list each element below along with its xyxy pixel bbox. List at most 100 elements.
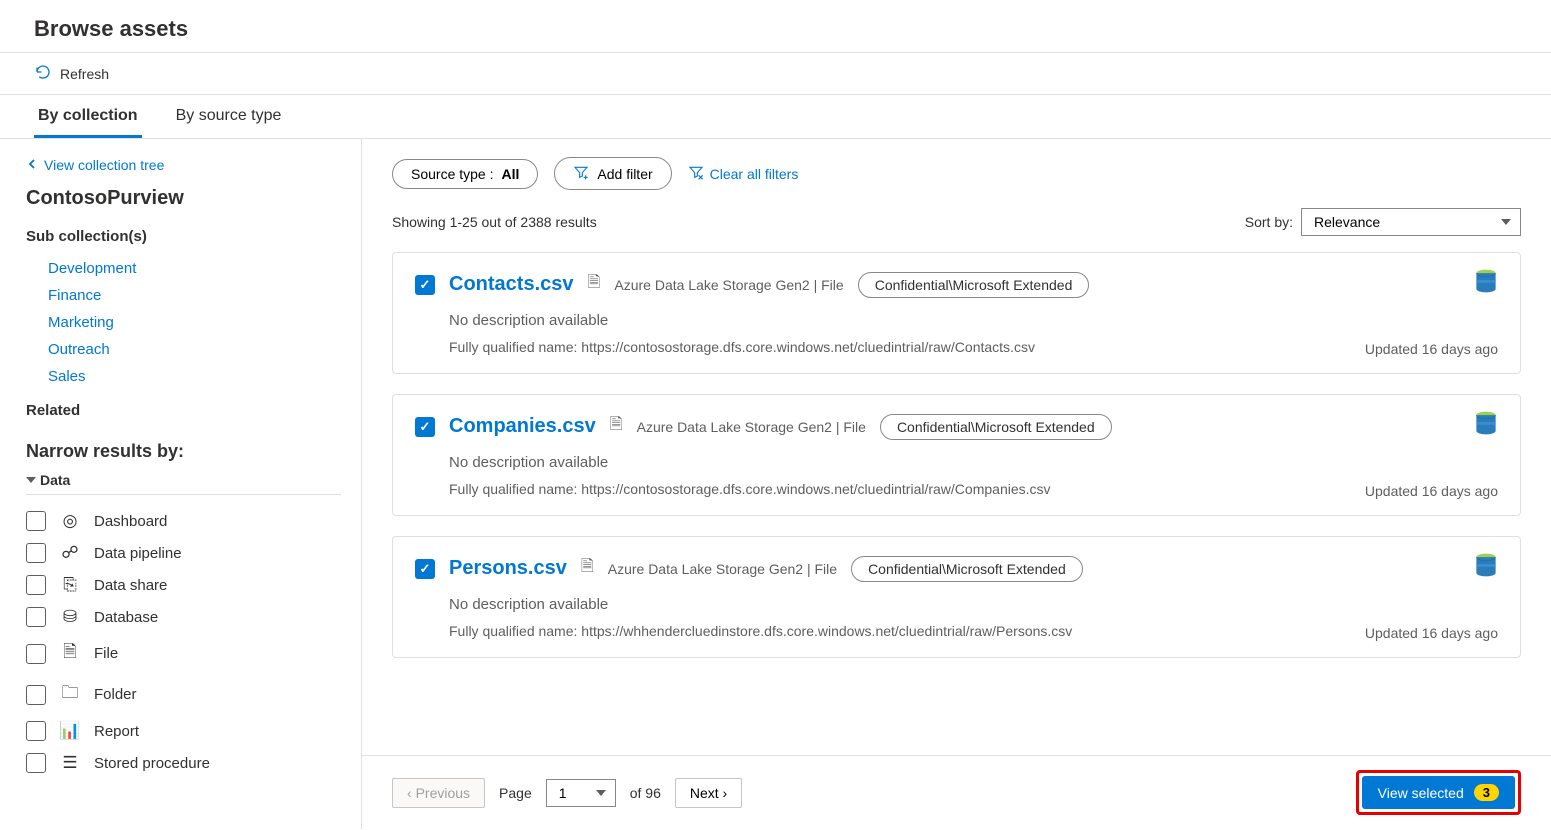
classification-tag: Confidential\Microsoft Extended [858,272,1090,298]
filter-label: Folder [94,686,137,703]
asset-updated: Updated 16 days ago [1365,625,1498,641]
prev-label: Previous [416,785,470,801]
refresh-button[interactable]: Refresh [34,63,109,84]
sub-collection-list: Development Finance Marketing Outreach S… [26,255,361,390]
asset-fqn: Fully qualified name: https://contososto… [449,481,1498,497]
sub-collections-label: Sub collection(s) [26,228,361,245]
clear-filters-label: Clear all filters [710,166,799,182]
add-filter-label: Add filter [597,166,652,182]
asset-description: No description available [449,454,1498,471]
view-collection-tree-link[interactable]: View collection tree [26,157,361,173]
checkbox-report[interactable] [26,721,46,741]
result-card: Contacts.csv 🗎 Azure Data Lake Storage G… [392,252,1521,374]
refresh-label: Refresh [60,66,109,82]
pipeline-icon: ☍ [60,543,80,563]
storage-icon [1472,409,1500,440]
sidebar: View collection tree ContosoPurview Sub … [0,139,362,829]
data-facet-label: Data [40,472,70,488]
filter-label: Dashboard [94,513,167,530]
view-selected-button[interactable]: View selected 3 [1362,776,1515,809]
sort-select[interactable]: Relevance [1301,208,1521,236]
subcollection-development[interactable]: Development [48,255,361,282]
database-icon: ⛁ [60,607,80,627]
asset-fqn: Fully qualified name: https://contososto… [449,339,1498,355]
funnel-add-icon [573,164,589,183]
asset-source: Azure Data Lake Storage Gen2 | File [614,277,843,293]
checkbox-folder[interactable] [26,685,46,705]
asset-updated: Updated 16 days ago [1365,483,1498,499]
result-card: Companies.csv 🗎 Azure Data Lake Storage … [392,394,1521,516]
sort-label: Sort by: [1245,214,1293,230]
file-icon: 🗎 [610,413,623,440]
page-of-label: of 96 [630,785,661,801]
filter-label: Data share [94,577,167,594]
stored-procedure-icon: ☰ [60,753,80,773]
page-select[interactable]: 1 [546,779,616,807]
dashboard-icon: ◎ [60,511,80,531]
page-title: Browse assets [0,0,1551,53]
clear-all-filters[interactable]: Clear all filters [688,164,799,183]
data-filter-list: ◎ Dashboard ☍ Data pipeline ⎘ Data share ⛁ D… [26,505,361,779]
subcollection-outreach[interactable]: Outreach [48,336,361,363]
collection-name: ContosoPurview [26,187,361,210]
add-filter-button[interactable]: Add filter [554,157,671,190]
checkbox-stored-procedure[interactable] [26,753,46,773]
result-checkbox[interactable] [415,559,435,579]
asset-name-link[interactable]: Persons.csv [449,557,567,580]
pagination-bar: ‹ Previous Page 1 of 96 Next › View sele… [362,755,1551,829]
filter-label: Database [94,609,158,626]
asset-description: No description available [449,312,1498,329]
tab-by-collection[interactable]: By collection [34,95,142,138]
chevron-left-icon [26,157,38,173]
main: Source type : All Add filter Clear all f… [362,139,1551,829]
checkbox-database[interactable] [26,607,46,627]
data-facet-header[interactable]: Data [26,472,341,495]
filter-bar: Source type : All Add filter Clear all f… [392,157,1521,190]
checkbox-data-share[interactable] [26,575,46,595]
asset-name-link[interactable]: Companies.csv [449,415,596,438]
view-tree-label: View collection tree [44,157,164,173]
checkbox-file[interactable] [26,644,46,664]
asset-name-link[interactable]: Contacts.csv [449,273,574,296]
source-type-value: All [502,166,520,182]
share-icon: ⎘ [60,575,80,595]
results-list: Contacts.csv 🗎 Azure Data Lake Storage G… [392,252,1521,658]
classification-tag: Confidential\Microsoft Extended [851,556,1083,582]
report-icon: 📊 [60,721,80,741]
caret-down-icon [26,477,36,483]
tabs: By collection By source type [0,95,1551,139]
result-card: Persons.csv 🗎 Azure Data Lake Storage Ge… [392,536,1521,658]
chevron-right-icon: › [719,785,728,801]
previous-button[interactable]: ‹ Previous [392,778,485,808]
asset-source: Azure Data Lake Storage Gen2 | File [637,419,866,435]
subcollection-sales[interactable]: Sales [48,363,361,390]
checkbox-data-pipeline[interactable] [26,543,46,563]
view-selected-label: View selected [1378,785,1464,801]
tab-by-source[interactable]: By source type [172,95,286,138]
storage-icon [1472,551,1500,582]
next-label: Next [690,785,719,801]
folder-icon: 🗀 [60,680,80,709]
file-icon: 🗎 [588,271,601,298]
next-button[interactable]: Next › [675,778,742,808]
results-count: Showing 1-25 out of 2388 results [392,214,597,230]
subcollection-marketing[interactable]: Marketing [48,309,361,336]
narrow-results-label: Narrow results by: [26,441,361,462]
checkbox-dashboard[interactable] [26,511,46,531]
asset-updated: Updated 16 days ago [1365,341,1498,357]
filter-label: Report [94,723,139,740]
result-checkbox[interactable] [415,417,435,437]
filter-label: Data pipeline [94,545,182,562]
subcollection-finance[interactable]: Finance [48,282,361,309]
asset-source: Azure Data Lake Storage Gen2 | File [608,561,837,577]
source-type-filter[interactable]: Source type : All [392,159,538,189]
related-label: Related [26,402,361,419]
result-checkbox[interactable] [415,275,435,295]
filter-label: Stored procedure [94,755,210,772]
storage-icon [1472,267,1500,298]
asset-description: No description available [449,596,1498,613]
refresh-icon [34,63,52,84]
page-label: Page [499,785,532,801]
source-type-label: Source type : [411,166,494,182]
file-icon: 🗎 [581,555,594,582]
